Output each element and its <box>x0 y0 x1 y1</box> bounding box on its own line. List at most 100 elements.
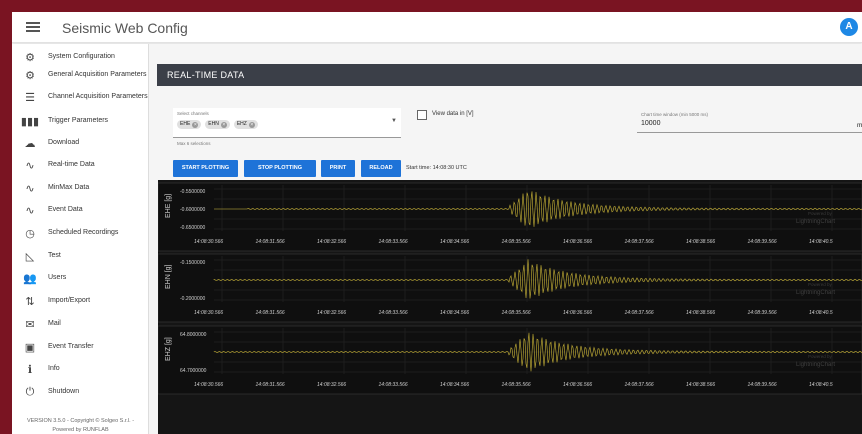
start-time: Start time: 14:08:30 UTC <box>406 165 467 171</box>
view-data-checkbox[interactable] <box>417 110 427 120</box>
mail-icon: ✉ <box>25 318 35 331</box>
sidebar-item-event-transfer[interactable]: ▣ Event Transfer <box>12 336 148 358</box>
power-icon: ⏻ <box>25 385 35 398</box>
x-tick-label: 14:08:31.566 <box>256 239 285 245</box>
sidebar-item-test[interactable]: ◺ Test <box>12 245 148 267</box>
x-tick-label: 14:08:32.566 <box>317 239 346 245</box>
sidebar-item-label: Test <box>48 252 61 259</box>
channel-select[interactable]: Select channels EHE × EHN × EHZ × ▼ <box>173 108 401 138</box>
top-bar: Seismic Web Config A <box>12 12 862 43</box>
x-tick-label: 14:08:40.5 <box>809 310 833 316</box>
x-tick-label: 14:08:37.566 <box>625 239 654 245</box>
channel-chips: EHE × EHN × EHZ × <box>177 120 258 129</box>
sidebar: VERSION 3.5.0 - Copyright © Solgeo S.r.l… <box>12 44 149 434</box>
x-tick-label: 14:08:33.566 <box>379 239 408 245</box>
sidebar-item-label: Download <box>48 139 80 146</box>
y-tick-label: 64.8000000 <box>180 332 207 338</box>
import-export-icon: ⇅ <box>25 295 35 308</box>
powered-by-text: Powered by RUNFLAB <box>52 427 109 433</box>
sidebar-item-trigger-parameters[interactable]: ▮▮▮ Trigger Parameters <box>12 110 148 132</box>
remove-chip-icon[interactable]: × <box>220 121 227 128</box>
stop-plotting-button[interactable]: STOP PLOTTING <box>244 160 316 177</box>
sidebar-item-label: Users <box>48 274 67 281</box>
x-tick-label: 14:08:39.566 <box>748 239 777 245</box>
x-tick-label: 14:08:40.5 <box>809 239 833 245</box>
channel-chip-ehn[interactable]: EHN × <box>205 120 230 129</box>
x-tick-label: 14:08:40.5 <box>809 382 833 388</box>
watermark-powered-by: Powered by <box>808 354 833 359</box>
x-tick-label: 14:08:32.566 <box>317 310 346 316</box>
x-tick-label: 14:08:35.566 <box>502 310 531 316</box>
x-tick-label: 14:08:35.566 <box>502 239 531 245</box>
x-tick-label: 14:08:35.566 <box>502 382 531 388</box>
x-tick-label: 14:08:37.566 <box>625 310 654 316</box>
chart-panel-2: EHN [g] -0.1500000 -0.2000000 14:08:30.566 1… <box>157 253 862 323</box>
watermark-lightningchart: LightningChart <box>796 219 835 225</box>
sidebar-item-info[interactable]: ℹ Info <box>12 358 148 380</box>
sidebar-item-label: Mail <box>48 320 61 327</box>
y-axis-label: EHE [g] <box>165 194 172 218</box>
y-tick-label: -0.5500000 <box>180 189 206 195</box>
sidebar-item-event-data[interactable]: ∿ Event Data <box>12 199 148 221</box>
sidebar-item-label: Info <box>48 365 60 372</box>
sidebar-item-users[interactable]: 👥 Users <box>12 267 148 289</box>
start-plotting-button[interactable]: START PLOTTING <box>173 160 238 177</box>
sidebar-item-shutdown[interactable]: ⏻ Shutdown <box>12 381 148 403</box>
chart-panel-1: EHE [g] -0.5500000 -0.6000000 -0.6500000 14:… <box>157 182 862 252</box>
wave-icon: ∿ <box>25 159 35 172</box>
sidebar-item-label: Import/Export <box>48 297 91 304</box>
gear-icon: ⚙ <box>25 69 35 82</box>
sidebar-item-download[interactable]: ☁ Download <box>12 132 148 154</box>
print-button[interactable]: PRINT <box>321 160 355 177</box>
y-tick-label: -0.1500000 <box>180 260 206 266</box>
channel-chip-label: EHZ <box>236 121 247 127</box>
sidebar-item-general-acquisition-parameters[interactable]: ⚙ General Acquisition Parameters <box>12 64 148 86</box>
info-icon: ℹ <box>27 363 33 376</box>
watermark-lightningchart: LightningChart <box>796 362 835 368</box>
x-tick-label: 14:08:36.566 <box>563 310 592 316</box>
y-tick-label: 64.7000000 <box>180 368 207 374</box>
channel-chip-ehz[interactable]: EHZ × <box>233 120 258 129</box>
x-tick-label: 14:08:38.566 <box>686 310 715 316</box>
bars-icon: ▮▮▮ <box>20 115 40 128</box>
sidebar-item-channel-acquisition-parameters[interactable]: ☰ Channel Acquisition Parameters <box>12 86 148 108</box>
transfer-icon: ▣ <box>24 341 36 354</box>
users-icon: 👥 <box>23 272 37 285</box>
sidebar-item-label: General Acquisition Parameters <box>48 71 147 78</box>
sidebar-item-import-export[interactable]: ⇅ Import/Export <box>12 290 148 312</box>
x-tick-label: 14:08:38.566 <box>686 239 715 245</box>
dropdown-arrow-icon[interactable]: ▼ <box>391 118 397 124</box>
section-title: REAL-TIME DATA <box>157 64 862 86</box>
gear-icon: ⚙ <box>25 51 35 64</box>
sidebar-item-real-time-data[interactable]: ∿ Real-time Data <box>12 154 148 176</box>
x-tick-label: 14:08:39.566 <box>748 382 777 388</box>
sidebar-item-mail[interactable]: ✉ Mail <box>12 313 148 335</box>
sidebar-item-label: System Configuration <box>48 53 115 60</box>
watermark-powered-by: Powered by <box>808 282 833 287</box>
channel-chip-label: EHE <box>180 121 191 127</box>
sidebar-item-scheduled-recordings[interactable]: ◷ Scheduled Recordings <box>12 222 148 244</box>
watermark-lightningchart: LightningChart <box>796 290 835 296</box>
y-tick-label: -0.6500000 <box>180 225 206 231</box>
x-tick-label: 14:08:32.566 <box>317 382 346 388</box>
hamburger-menu-icon[interactable] <box>26 20 40 34</box>
channel-chip-ehe[interactable]: EHE × <box>177 120 202 129</box>
remove-chip-icon[interactable]: × <box>248 121 255 128</box>
user-avatar[interactable]: A <box>840 18 858 36</box>
ruler-icon: ◺ <box>25 250 35 263</box>
reload-button[interactable]: RELOAD <box>361 160 401 177</box>
remove-chip-icon[interactable]: × <box>192 121 199 128</box>
realtime-charts: EHE [g] -0.5500000 -0.6000000 -0.6500000 14:… <box>157 180 862 434</box>
x-tick-label: 14:08:33.566 <box>379 310 408 316</box>
channel-chip-label: EHN <box>208 121 219 127</box>
time-window-underline <box>637 132 862 133</box>
x-tick-label: 14:08:36.566 <box>563 239 592 245</box>
x-tick-label: 14:08:34.566 <box>440 382 469 388</box>
list-icon: ☰ <box>25 91 35 104</box>
sidebar-item-minmax-data[interactable]: ∿ MinMax Data <box>12 177 148 199</box>
time-window-input[interactable]: 10000 <box>641 120 660 127</box>
sidebar-item-label: Channel Acquisition Parameters <box>48 93 148 100</box>
version-footer: VERSION 3.5.0 - Copyright © Solgeo S.r.l… <box>12 417 149 434</box>
x-tick-label: 14:08:30.566 <box>194 382 223 388</box>
sidebar-item-label: Real-time Data <box>48 161 95 168</box>
